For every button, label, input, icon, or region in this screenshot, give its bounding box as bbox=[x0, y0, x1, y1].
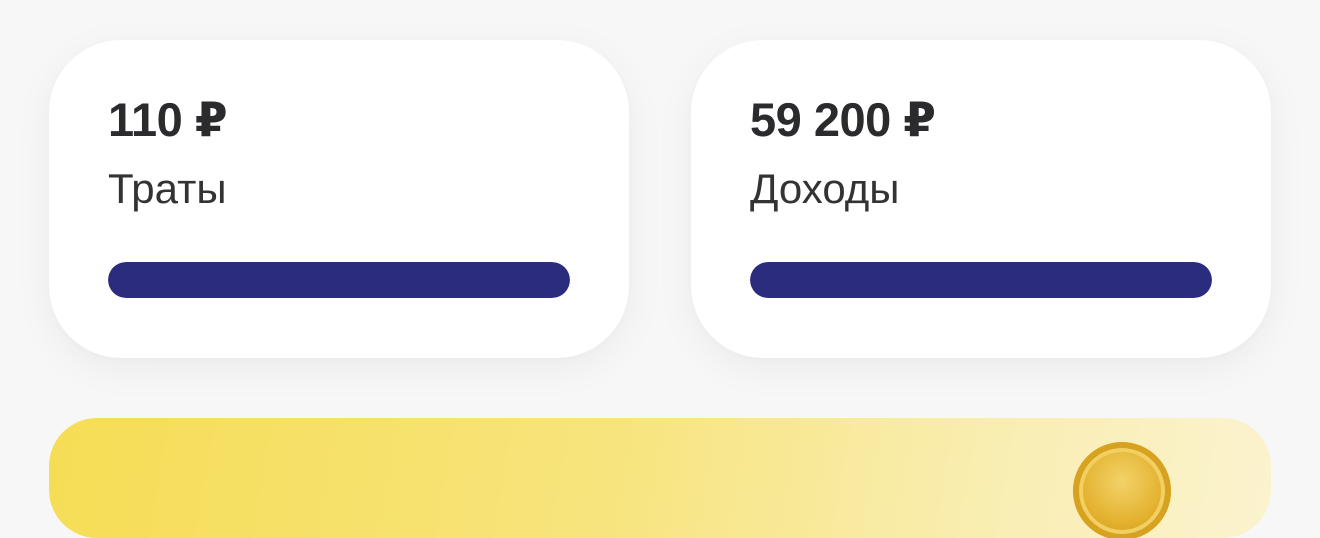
expenses-progress-fill bbox=[108, 262, 570, 298]
expenses-card[interactable]: 110 ₽ Траты bbox=[49, 40, 629, 358]
income-progress-bar bbox=[750, 262, 1212, 298]
income-label: Доходы bbox=[750, 165, 900, 212]
promo-banner[interactable] bbox=[49, 418, 1271, 538]
coin-icon bbox=[1073, 442, 1171, 538]
expenses-amount: 110 ₽ bbox=[108, 93, 228, 146]
income-progress-fill bbox=[750, 262, 1212, 298]
expenses-progress-bar bbox=[108, 262, 570, 298]
income-card[interactable]: 59 200 ₽ Доходы bbox=[691, 40, 1271, 358]
income-amount: 59 200 ₽ bbox=[750, 93, 936, 146]
expenses-label: Траты bbox=[108, 165, 227, 212]
